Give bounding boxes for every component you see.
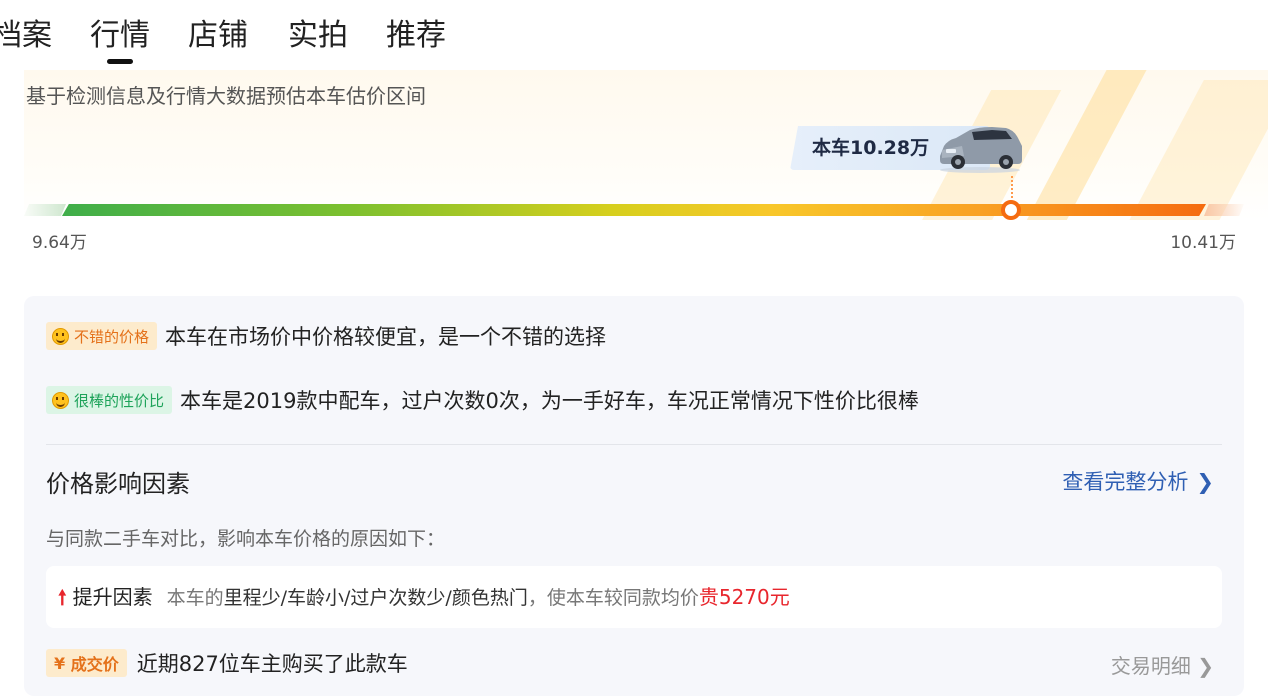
verdict-price-badge: 不错的价格 [46,322,158,350]
tab-market[interactable]: 行情 [90,14,150,58]
tab-recommend[interactable]: 推荐 [386,14,446,58]
deal-detail-link[interactable]: 交易明细 ❯ [1111,650,1214,679]
factor-up-row: 🠕 提升因素 本车的里程少/车龄小/过户次数少/颜色热门，使本车较同款均价贵5270… [58,566,790,629]
verdict-value-text: 本车是2019款中配车，过户次数0次，为一手好车，车况正常情况下性价比很棒 [180,389,919,413]
verdict-value: 很棒的性价比 本车是2019款中配车，过户次数0次，为一手好车，车况正常情况下性… [46,384,919,416]
full-analysis-link-label: 查看完整分析 [1062,470,1189,494]
chevron-right-icon: ❯ [1196,470,1214,494]
verdict-price-badge-label: 不错的价格 [74,327,150,346]
price-factors-description: 与同款二手车对比，影响本车价格的原因如下： [46,528,446,550]
tab-photos[interactable]: 实拍 [288,14,348,58]
car-price-tag: 本车10.28万 [790,126,1028,173]
arrow-up-icon: 🠕 [58,585,67,609]
factor-up-middle: ，使本车较同款均价 [527,587,699,609]
deal-row: ¥ 成交价 近期827位车主购买了此款车 [46,648,408,678]
deal-detail-link-label: 交易明细 [1110,654,1191,678]
factor-up-items: 里程少/车龄小/过户次数少/颜色热门 [223,587,528,609]
price-factors-title: 价格影响因素 [46,470,190,498]
factor-up-box: 🠕 提升因素 本车的里程少/车龄小/过户次数少/颜色热门，使本车较同款均价贵5270… [46,566,1222,628]
price-marker-guide [1010,176,1013,198]
tab-store[interactable]: 店铺 [188,14,248,58]
analysis-card: 不错的价格 本车在市场价中价格较便宜，是一个不错的选择 很棒的性价比 本车是20… [24,296,1244,696]
verdict-price-text: 本车在市场价中价格较便宜，是一个不错的选择 [165,325,607,349]
deal-badge-label: 成交价 [70,655,119,674]
tab-archive[interactable]: 档案 [0,14,52,58]
estimate-subtitle: 基于检测信息及行情大数据预估本车估价区间 [26,84,426,108]
price-min-label: 9.64万 [32,233,87,253]
deal-text: 近期827位车主购买了此款车 [136,652,408,676]
verdict-value-badge-label: 很棒的性价比 [74,391,165,410]
grin-emoji-icon [52,391,69,409]
car-price-marker [1000,200,1021,220]
price-max-label: 10.41万 [1170,233,1236,253]
factor-up-detail: 本车的里程少/车龄小/过户次数少/颜色热门，使本车较同款均价贵5270元 [166,585,790,609]
bar-fade-right [1204,204,1244,216]
card-divider [46,444,1222,445]
smile-emoji-icon [52,327,69,345]
verdict-price: 不错的价格 本车在市场价中价格较便宜，是一个不错的选择 [46,320,606,352]
factor-up-amount: 贵5270元 [698,585,790,609]
price-range-bar [24,200,1244,220]
factor-up-prefix: 本车的 [166,587,224,609]
price-gradient-bar [62,204,1206,216]
car-thumbnail-icon [940,127,1022,173]
factor-up-name: 提升因素 [72,585,153,609]
bar-fade-left [24,204,66,216]
deal-badge: ¥ 成交价 [46,649,127,677]
full-analysis-link[interactable]: 查看完整分析 ❯ [1062,466,1214,496]
price-tag-label: 本车10.28万 [812,137,930,159]
verdict-value-badge: 很棒的性价比 [46,386,173,414]
